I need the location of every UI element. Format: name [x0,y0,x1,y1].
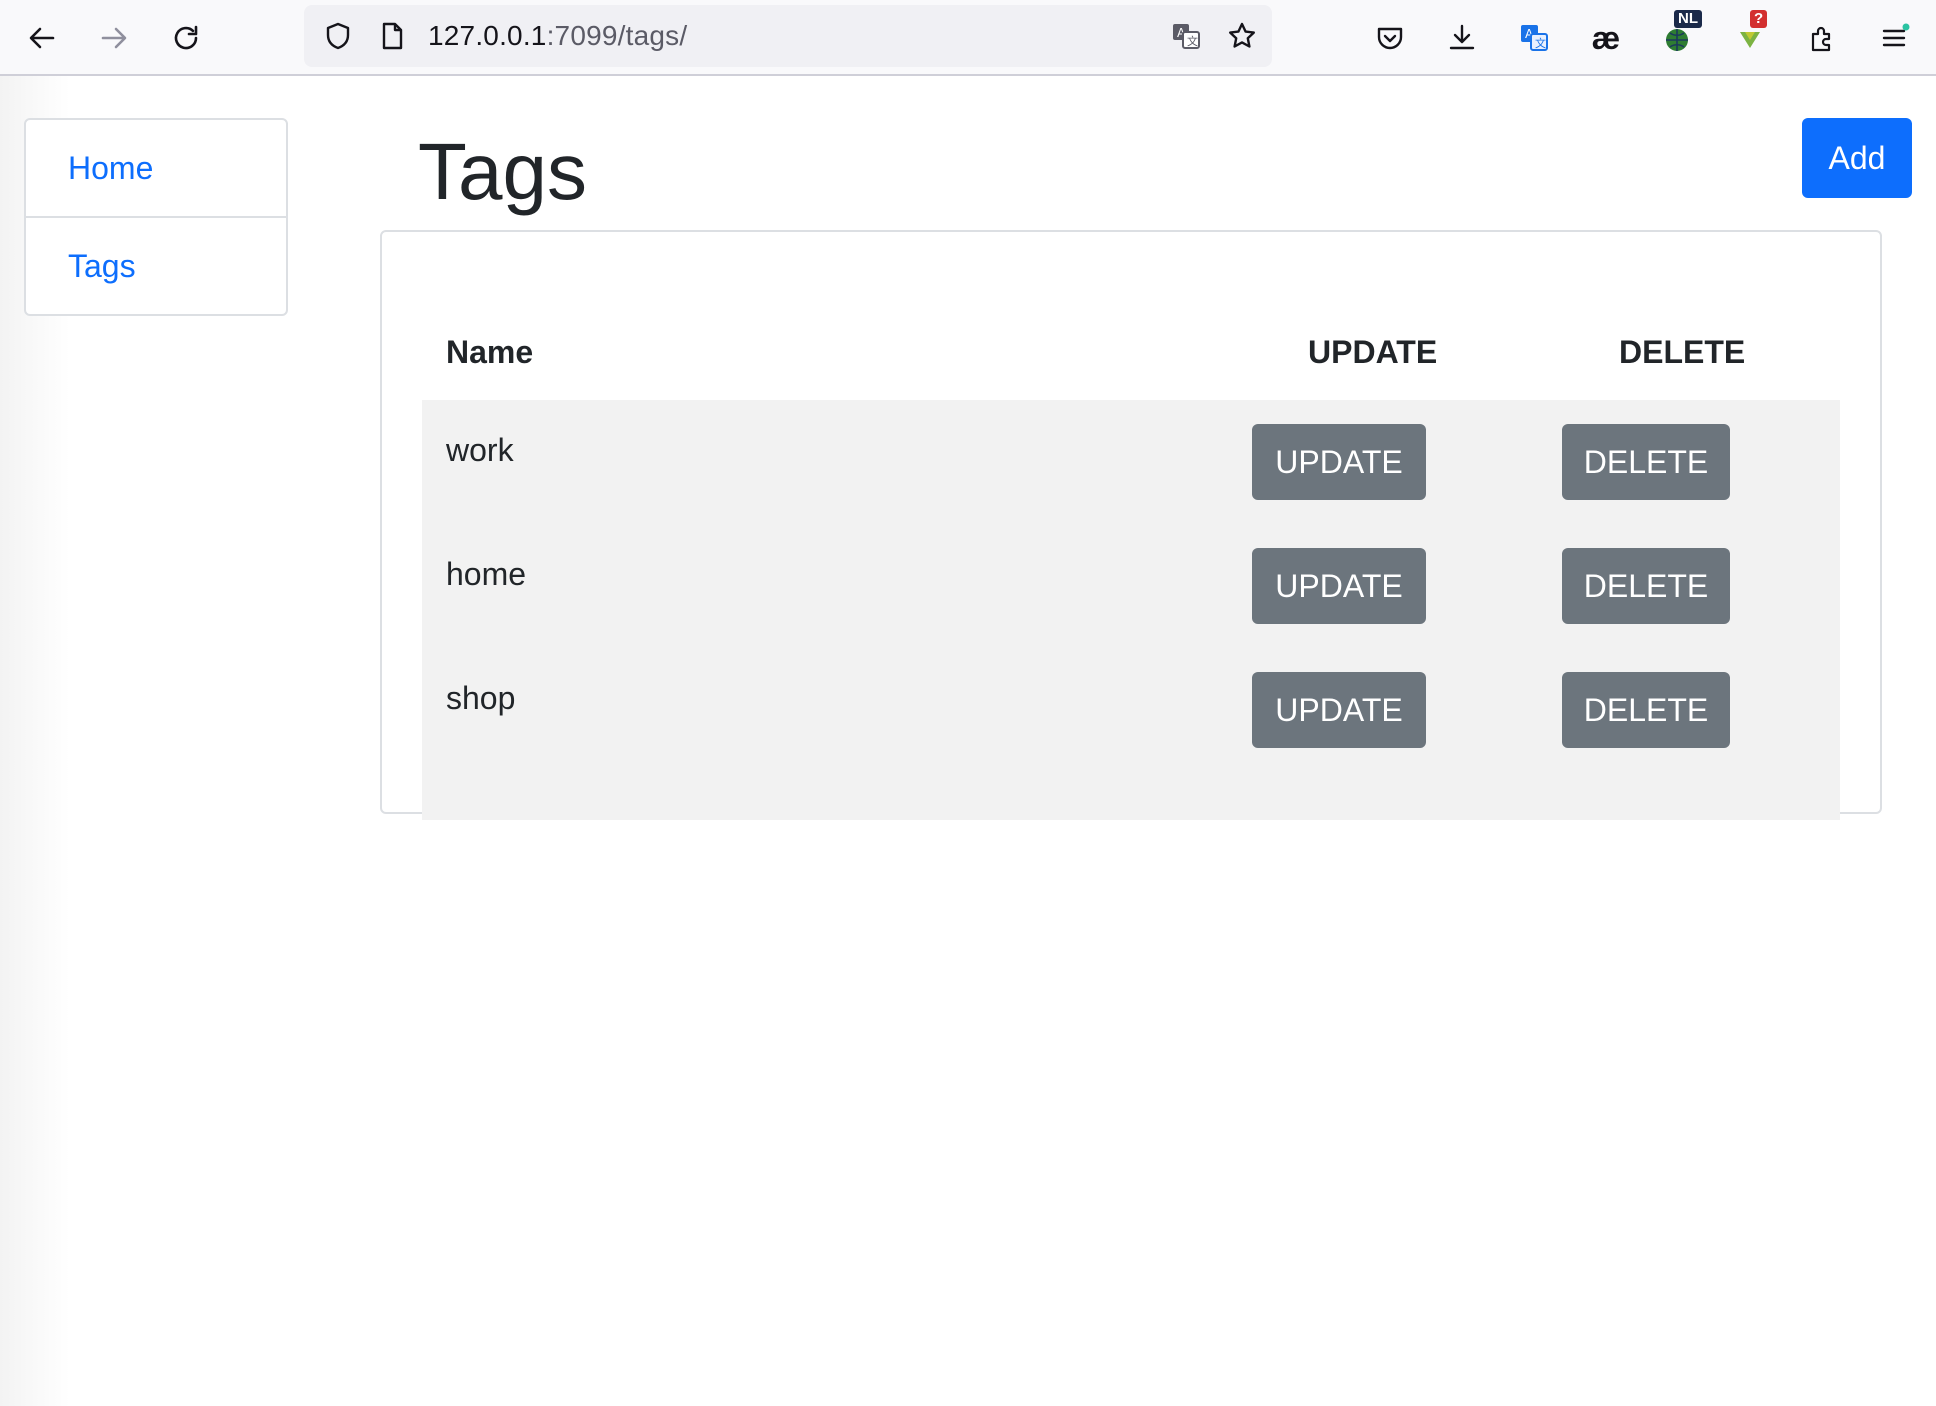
pocket-icon[interactable] [1366,14,1414,62]
delete-button[interactable]: DELETE [1562,548,1730,624]
table-row: shop UPDATE DELETE [422,672,1840,796]
forward-icon[interactable] [90,14,138,62]
back-icon[interactable] [18,14,66,62]
update-button[interactable]: UPDATE [1252,672,1426,748]
tag-name: home [446,556,527,592]
table-body: work UPDATE DELETE home UPDATE DELETE sh… [422,400,1840,820]
update-button[interactable]: UPDATE [1252,424,1426,500]
header-update: UPDATE [1308,334,1438,370]
download-icon[interactable] [1438,14,1486,62]
url-text[interactable]: 127.0.0.1:7099/tags/ [428,20,687,52]
sidebar-nav: Home Tags [24,118,288,316]
page-icon [368,12,416,60]
add-button[interactable]: Add [1802,118,1912,198]
table-row: home UPDATE DELETE [422,548,1840,672]
translator-extension-icon[interactable]: A文 [1510,14,1558,62]
globe-extension-icon[interactable]: NL [1654,10,1702,62]
table-header: Name UPDATE DELETE [422,272,1840,400]
ae-extension-icon[interactable]: æ [1582,14,1630,62]
table-row: work UPDATE DELETE [422,424,1840,548]
tags-table: Name UPDATE DELETE work UPDATE DELETE ho… [422,272,1840,820]
header-name: Name [446,334,534,370]
arrow-extension-icon[interactable]: ? [1726,10,1774,62]
delete-button[interactable]: DELETE [1562,424,1730,500]
sidebar-item-tags[interactable]: Tags [26,216,286,314]
sidebar-item-home[interactable]: Home [26,120,286,216]
svg-text:文: 文 [1535,36,1546,50]
address-bar[interactable]: 127.0.0.1:7099/tags/ A文 [304,5,1272,67]
translate-icon[interactable]: A文 [1162,12,1210,60]
update-button[interactable]: UPDATE [1252,548,1426,624]
delete-button[interactable]: DELETE [1562,672,1730,748]
tag-name: work [446,432,514,468]
bookmark-star-icon[interactable] [1218,12,1266,60]
alert-badge: ? [1750,10,1768,28]
svg-text:文: 文 [1187,34,1198,48]
tags-card: Name UPDATE DELETE work UPDATE DELETE ho… [380,230,1882,820]
nl-badge: NL [1674,10,1702,28]
browser-toolbar: 127.0.0.1:7099/tags/ A文 A文 æ NL ? [0,0,1936,76]
menu-icon[interactable] [1870,14,1918,62]
shield-icon[interactable] [314,12,362,60]
tag-name: shop [446,680,516,716]
header-delete: DELETE [1619,334,1746,370]
reload-icon[interactable] [162,14,210,62]
extensions-puzzle-icon[interactable] [1798,14,1846,62]
page-title: Tags [418,127,587,216]
url-path: :7099/tags/ [546,20,688,51]
url-host: 127.0.0.1 [428,20,547,51]
